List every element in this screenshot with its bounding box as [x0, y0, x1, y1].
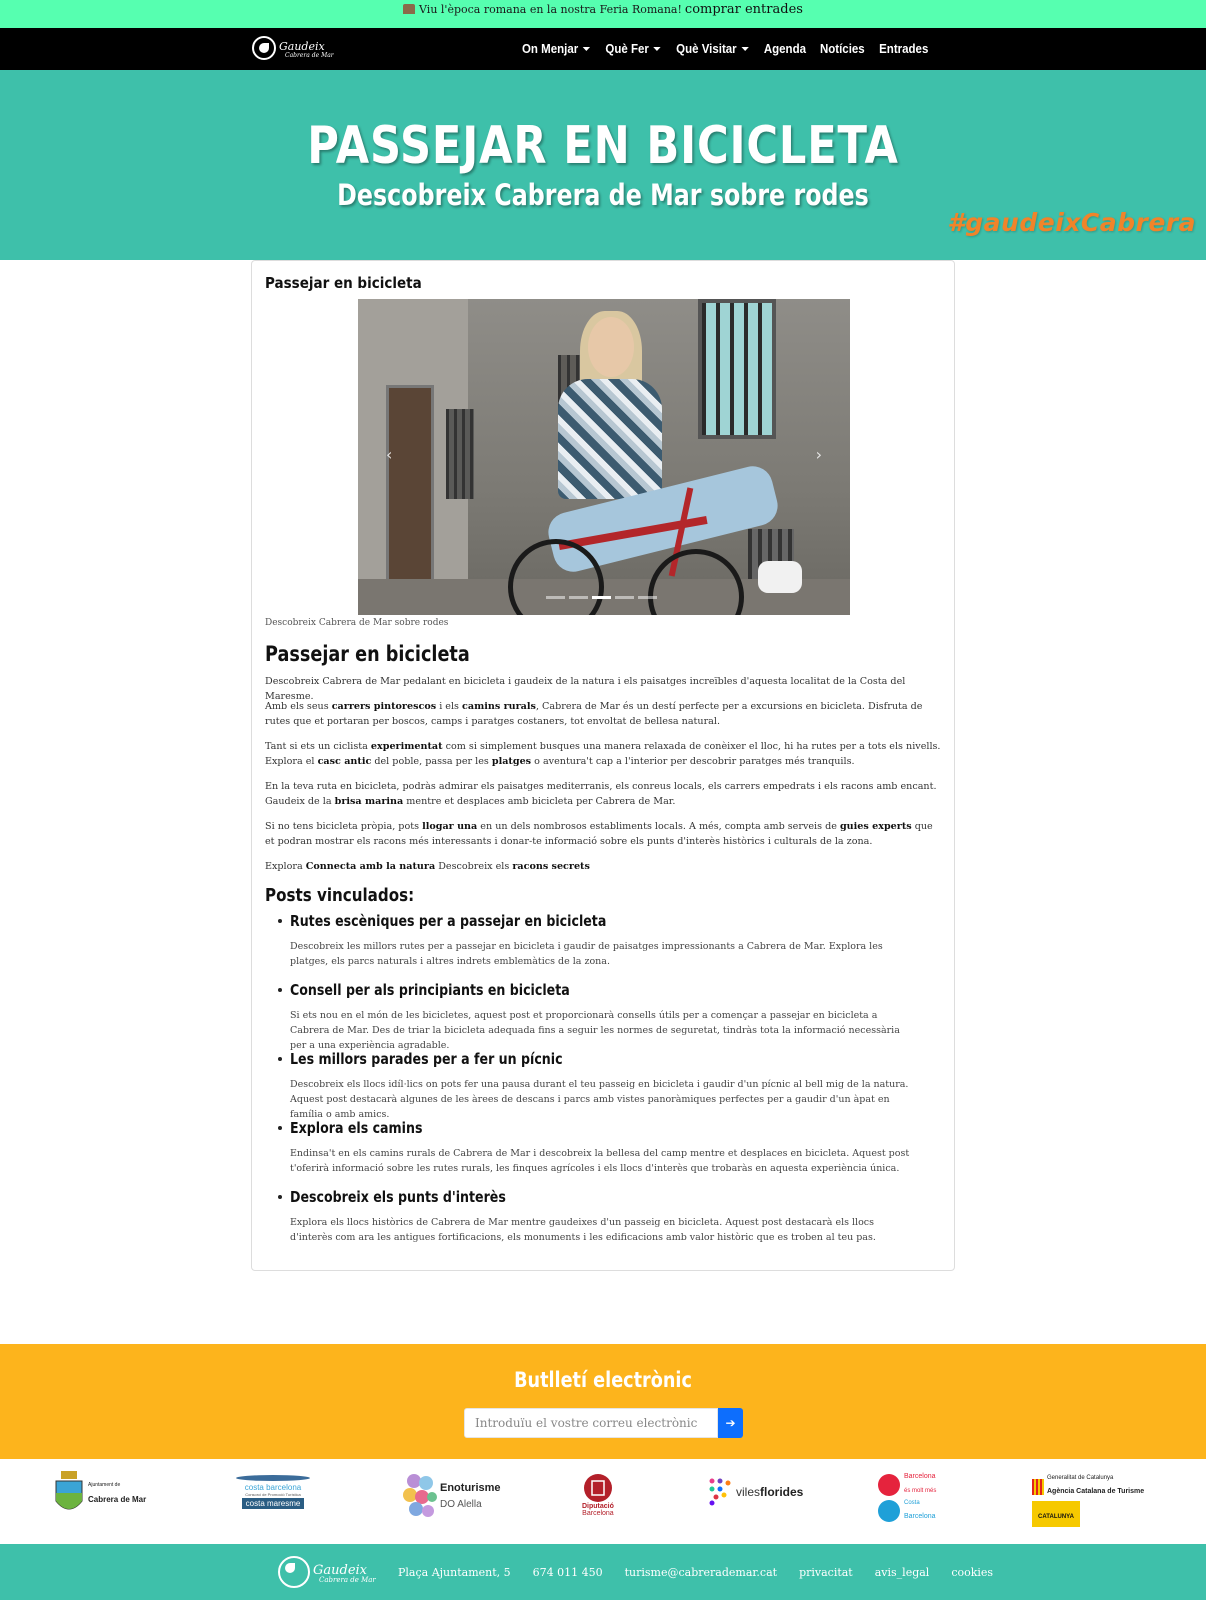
related-post-desc: Endinsa't en els camins rurals de Cabrer… — [290, 1148, 910, 1174]
barcelona-es-molt-mes-logo[interactable]: Barcelona és molt més Costa Barcelona — [878, 1473, 936, 1522]
carousel-indicator[interactable] — [569, 596, 588, 599]
footer-email[interactable]: turisme@cabrerademar.cat — [625, 1566, 777, 1579]
site-logo[interactable]: Gaudeix Cabrera de Mar — [252, 36, 334, 60]
caret-down-icon — [653, 47, 661, 51]
logo-subtitle: Cabrera de Mar — [285, 52, 334, 59]
related-post-title[interactable]: Les millors parades per a fer un pícnic — [290, 1050, 563, 1068]
carousel-indicator[interactable] — [638, 596, 657, 599]
newsletter-section: Butlletí electrònic ➔ — [0, 1344, 1206, 1459]
hero-title: PASSEJAR EN BICICLETA — [307, 116, 899, 176]
footer: Gaudeix Cabrera de Mar Plaça Ajuntament,… — [0, 1544, 1206, 1600]
nav-item-entrades[interactable]: Entrades — [879, 42, 928, 56]
nav-item-on-menjar[interactable]: On Menjar — [522, 42, 591, 56]
caret-down-icon — [582, 47, 591, 51]
paragraph: Si no tens bicicleta pròpia, pots llogar… — [265, 821, 933, 847]
carousel-caption: Descobreix Cabrera de Mar sobre rodes — [265, 618, 449, 628]
bullet-icon — [278, 988, 282, 992]
carousel-indicator[interactable] — [546, 596, 565, 599]
costa-barcelona-maresme-logo[interactable]: costa barcelona Consorci de Promoció Tur… — [236, 1475, 310, 1509]
viles-florides-logo[interactable]: viles florides — [708, 1477, 803, 1507]
diputacio-emblem-icon — [583, 1474, 612, 1502]
carousel-photo-cyclist — [358, 299, 850, 615]
nav-item-que-visitar[interactable]: Què Visitar — [676, 42, 749, 56]
bcn-circle-icon — [878, 1473, 900, 1496]
bullet-icon — [278, 1195, 282, 1199]
related-post-title[interactable]: Explora els camins — [290, 1119, 422, 1137]
footer-phone[interactable]: 674 011 450 — [533, 1566, 603, 1579]
grape-icon — [403, 1474, 437, 1517]
hero-hashtag: #gaudeixCabrera — [947, 208, 1196, 237]
related-post-title[interactable]: Descobreix els punts d'interès — [290, 1188, 506, 1206]
bullet-icon — [278, 1057, 282, 1061]
related-post-title[interactable]: Consell per als principiants en biciclet… — [290, 981, 570, 999]
related-posts-heading: Posts vinculados: — [265, 885, 415, 906]
footer-logo[interactable]: Gaudeix Cabrera de Mar — [278, 1556, 376, 1588]
footer-links: Plaça Ajuntament, 5 674 011 450 turisme@… — [398, 1544, 993, 1600]
paragraph: Tant si ets un ciclista experimentat com… — [265, 741, 941, 767]
carousel-prev-icon[interactable]: ‹ — [386, 445, 392, 464]
bcn-circle-icon — [878, 1500, 900, 1522]
article-heading: Passejar en bicicleta — [265, 642, 470, 666]
nav-item-noticies[interactable]: Notícies — [820, 42, 865, 56]
related-post-desc: Si ets nou en el món de les bicicletes, … — [290, 1010, 900, 1051]
article-card: Passejar en bicicleta ‹ › Descobreix Cab… — [251, 260, 955, 1271]
senyera-icon — [1032, 1478, 1044, 1495]
footer-address: Plaça Ajuntament, 5 — [398, 1565, 511, 1579]
related-post-desc: Explora els llocs històrics de Cabrera d… — [290, 1217, 876, 1243]
newsletter-form: ➔ — [464, 1408, 743, 1438]
announcement-bar: Viu l'època romana en la nostra Feria Ro… — [0, 0, 1206, 28]
racons-secrets-link[interactable]: racons secrets — [512, 861, 590, 872]
image-carousel[interactable]: ‹ › — [358, 299, 850, 615]
carousel-indicators — [546, 596, 657, 599]
sponsor-logos: Ajuntament de Cabrera de Mar costa barce… — [0, 1459, 1206, 1544]
nav-item-agenda[interactable]: Agenda — [764, 42, 806, 56]
paragraph: En la teva ruta en bicicleta, podràs adm… — [265, 781, 937, 807]
coat-of-arms-icon — [55, 1471, 83, 1510]
nav-item-que-fer[interactable]: Què Fer — [605, 42, 661, 56]
paragraph-links: Explora Connecta amb la natura Descobrei… — [265, 861, 590, 872]
logo-mark-icon — [278, 1556, 310, 1588]
navbar: Gaudeix Cabrera de Mar On Menjar Què Fer… — [0, 28, 1206, 70]
arrow-right-icon[interactable]: ➔ — [718, 1408, 743, 1438]
hero-banner: PASSEJAR EN BICICLETA Descobreix Cabrera… — [0, 70, 1206, 260]
viles-florides-dots-icon — [709, 1478, 731, 1506]
related-post-desc: Descobreix les millors rutes per a passe… — [290, 941, 883, 967]
related-post-desc: Descobreix els llocs idíl·lics on pots f… — [290, 1079, 909, 1120]
bullet-icon — [278, 919, 282, 923]
footer-link-privacitat[interactable]: privacitat — [799, 1566, 853, 1579]
newsletter-title: Butlletí electrònic — [514, 1368, 692, 1392]
hero-subtitle: Descobreix Cabrera de Mar sobre rodes — [337, 178, 869, 212]
hut-icon — [403, 4, 416, 14]
carousel-indicator[interactable] — [615, 596, 634, 599]
enoturisme-alella-logo[interactable]: Enoturisme DO Alella — [402, 1471, 501, 1523]
connecta-natura-link[interactable]: Connecta amb la natura — [306, 861, 435, 872]
carousel-next-icon[interactable]: › — [816, 445, 822, 464]
bullet-icon — [278, 1126, 282, 1130]
buy-tickets-link[interactable]: comprar entrades — [685, 2, 803, 17]
related-post-title[interactable]: Rutes escèniques per a passejar en bicic… — [290, 912, 606, 930]
footer-link-cookies[interactable]: cookies — [951, 1566, 993, 1579]
caret-down-icon — [741, 47, 749, 51]
ajuntament-cabrera-logo[interactable]: Ajuntament de Cabrera de Mar — [54, 1471, 146, 1519]
logo-mark-icon — [252, 36, 276, 60]
footer-link-avis-legal[interactable]: avis_legal — [875, 1566, 930, 1579]
card-title: Passejar en bicicleta — [265, 274, 422, 292]
email-input[interactable] — [464, 1408, 718, 1438]
logo-subtitle: Cabrera de Mar — [319, 1575, 376, 1584]
generalitat-act-logo[interactable]: Generalitat de Catalunya Agència Catalan… — [1032, 1475, 1144, 1528]
main-menu: On Menjar Què Fer Què Visitar Agenda Not… — [519, 28, 930, 70]
paragraph: Amb els seus carrers pintorescos i els c… — [265, 701, 923, 727]
diputacio-barcelona-logo[interactable]: Diputació Barcelona — [582, 1473, 614, 1517]
announcement-text: Viu l'època romana en la nostra Feria Ro… — [419, 3, 682, 16]
carousel-indicator-active[interactable] — [592, 596, 611, 599]
